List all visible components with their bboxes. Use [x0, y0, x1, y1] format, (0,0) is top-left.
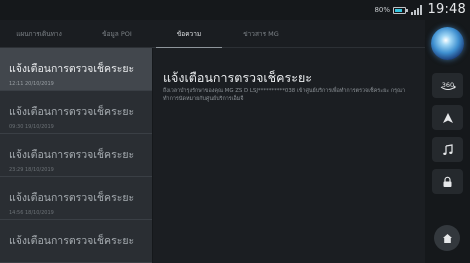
list-item[interactable]: แจ้งเตือนการตรวจเช็คระยะ 14:56 18/10/201… [0, 177, 152, 220]
home-button[interactable] [434, 225, 460, 251]
message-time: 09:30 19/10/2019 [9, 124, 54, 130]
detail-title: แจ้งเตือนการตรวจเช็คระยะ [163, 70, 312, 85]
navigation-arrow-icon [442, 112, 453, 123]
tab-mg-news[interactable]: ข่าวสาร MG [222, 20, 300, 48]
side-rail: 360 [425, 20, 470, 263]
clock: 19:48 [427, 2, 466, 17]
message-title: แจ้งเตือนการตรวจเช็คระยะ [9, 149, 135, 161]
music-note-icon [442, 143, 453, 155]
voice-assistant-orb-icon[interactable] [431, 27, 464, 60]
360-camera-icon: 360 [440, 81, 456, 90]
navigation-button[interactable] [432, 105, 463, 130]
tab-poi-info[interactable]: ข้อมูล POI [78, 20, 156, 48]
detail-body: ถึงเวลาบำรุงรักษาของคุณ MG ZS D LSJ*****… [163, 88, 406, 102]
signal-icon [411, 5, 422, 15]
list-item[interactable]: แจ้งเตือนการตรวจเช็คระยะ 09:30 19/10/201… [0, 91, 152, 134]
home-icon [442, 233, 452, 243]
message-list: แจ้งเตือนการตรวจเช็คระยะ 12:11 20/10/201… [0, 48, 152, 263]
message-time: 23:29 18/10/2019 [9, 167, 54, 173]
tab-bar: แผนการเดินทาง ข้อมูล POI ข้อความ ข่าวสาร… [0, 20, 425, 49]
battery-icon [393, 7, 408, 14]
camera-360-button[interactable]: 360 [432, 73, 463, 98]
message-title: แจ้งเตือนการตรวจเช็คระยะ [9, 106, 135, 118]
camera-360-label: 360 [441, 81, 453, 89]
message-title: แจ้งเตือนการตรวจเช็คระยะ [9, 235, 135, 247]
message-detail-pane: แจ้งเตือนการตรวจเช็คระยะ ถึงเวลาบำรุงรัก… [153, 48, 425, 263]
tab-messages[interactable]: ข้อความ [156, 20, 222, 49]
lock-button[interactable] [432, 169, 463, 194]
list-item[interactable]: แจ้งเตือนการตรวจเช็คระยะ 23:29 18/10/201… [0, 134, 152, 177]
tab-trip-plan[interactable]: แผนการเดินทาง [0, 20, 78, 48]
message-time: 14:56 18/10/2019 [9, 210, 54, 216]
message-title: แจ้งเตือนการตรวจเช็คระยะ [9, 63, 135, 75]
status-bar: 80% 19:48 [0, 0, 470, 20]
message-time: 12:11 20/10/2019 [9, 81, 54, 87]
message-title: แจ้งเตือนการตรวจเช็คระยะ [9, 192, 135, 204]
lock-icon [443, 176, 452, 187]
list-item[interactable]: แจ้งเตือนการตรวจเช็คระยะ [0, 220, 152, 263]
list-item[interactable]: แจ้งเตือนการตรวจเช็คระยะ 12:11 20/10/201… [0, 48, 152, 91]
battery-percent: 80% [374, 6, 390, 14]
music-button[interactable] [432, 137, 463, 162]
